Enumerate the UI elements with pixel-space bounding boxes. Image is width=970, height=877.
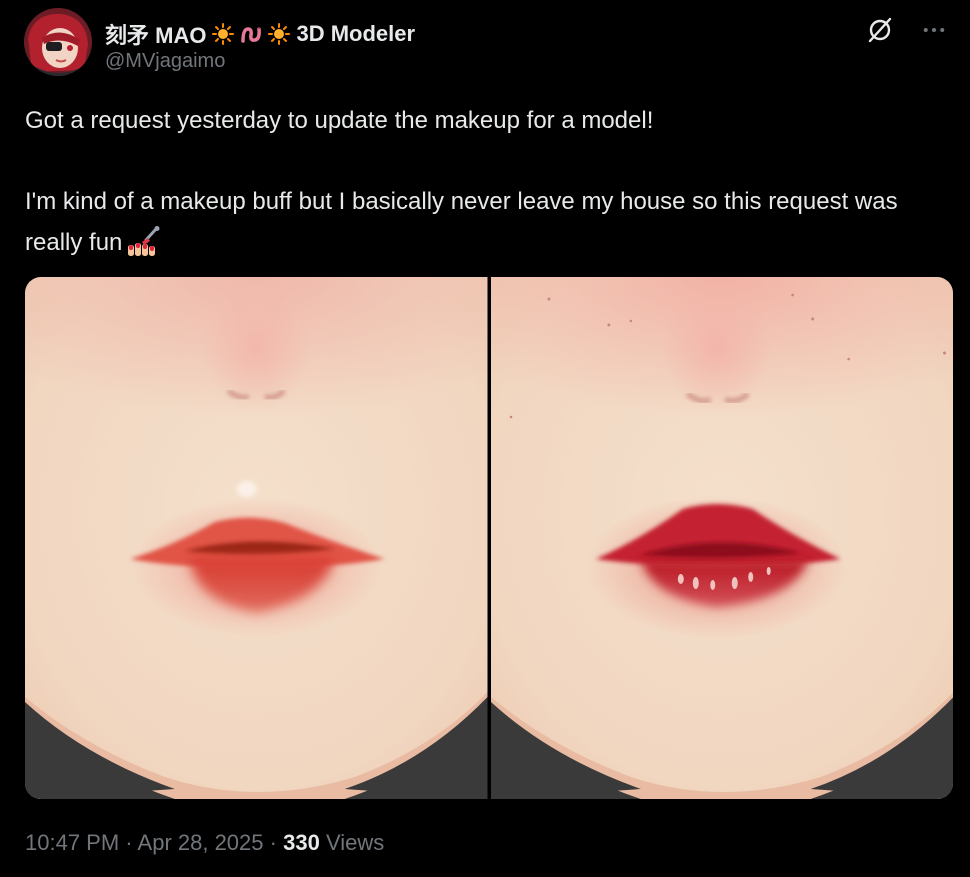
post-date[interactable]: Apr 28, 2025 xyxy=(138,830,264,855)
sun-icon xyxy=(212,23,235,45)
user-handle[interactable]: @MVjagaimo xyxy=(105,50,225,73)
grok-icon[interactable] xyxy=(866,16,894,44)
sun-icon xyxy=(268,23,291,45)
more-options-icon[interactable] xyxy=(918,14,950,46)
worm-icon xyxy=(241,27,262,43)
post-header: 刻矛 MAO 3D Modeler @MVjagaimo xyxy=(24,8,950,78)
post-text-line: Got a request yesterday to update the ma… xyxy=(25,107,654,134)
display-name[interactable]: 刻矛 MAO xyxy=(105,18,206,50)
avatar[interactable] xyxy=(24,8,92,76)
nail-polish-icon xyxy=(128,226,160,256)
post-time[interactable]: 10:47 PM xyxy=(25,830,119,855)
views-label[interactable]: Views xyxy=(326,830,384,855)
before-makeup-image[interactable] xyxy=(25,277,488,799)
display-name-suffix[interactable]: 3D Modeler xyxy=(296,21,415,47)
meta-separator: · xyxy=(269,830,277,855)
views-count[interactable]: 330 xyxy=(283,830,320,855)
meta-separator: · xyxy=(125,830,133,855)
after-makeup-image[interactable] xyxy=(490,277,953,799)
post-text: Got a request yesterday to update the ma… xyxy=(25,100,945,263)
display-name-row[interactable]: 刻矛 MAO 3D Modeler xyxy=(105,18,415,50)
media-grid[interactable] xyxy=(25,277,953,799)
post-text-line: I'm kind of a makeup buff but I basicall… xyxy=(25,181,945,263)
post-meta: 10:47 PM · Apr 28, 2025 · 330 Views xyxy=(25,830,384,856)
